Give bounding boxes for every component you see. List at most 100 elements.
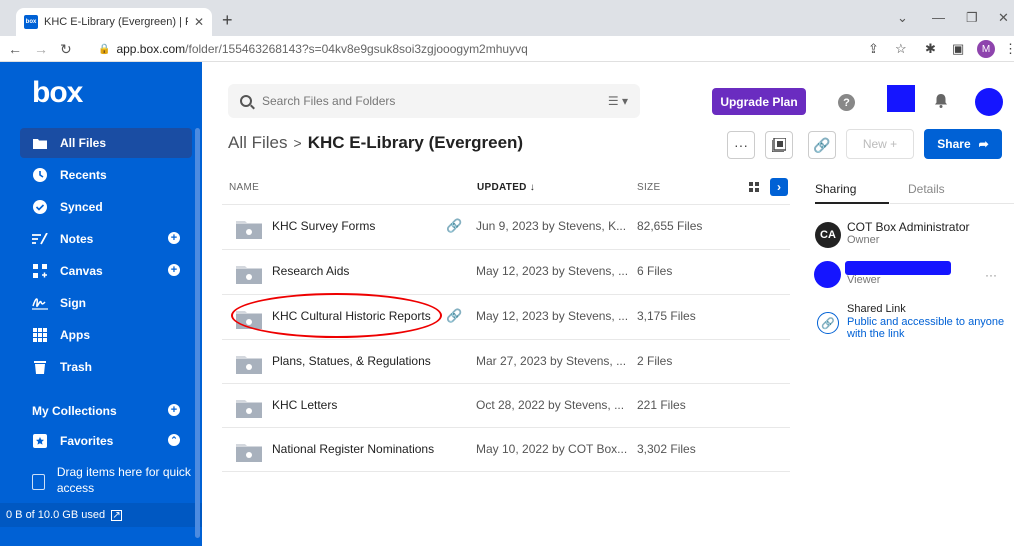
row-updated: Mar 27, 2023 by Stevens, ... [476,354,627,368]
upgrade-plan-button[interactable]: Upgrade Plan [712,88,806,115]
collaborator-more-icon[interactable]: ··· [985,268,997,282]
row-name[interactable]: Plans, Statues, & Regulations [272,354,431,368]
table-row[interactable]: Research Aids May 12, 2023 by Stevens, .… [222,249,790,294]
owner-avatar: CA [815,222,841,248]
box-logo[interactable]: box [32,76,83,110]
external-link-icon: ↗ [111,509,123,521]
sidebar-item-apps[interactable]: Apps [20,320,192,350]
redacted-collaborator-name [845,261,951,275]
collapse-chevron-icon[interactable]: ⌃ [168,434,180,446]
tab-search-icon[interactable]: ⌄ [897,10,908,26]
url-field[interactable]: 🔒 app.box.com/folder/155463268143?s=04kv… [98,39,858,59]
tab-sharing[interactable]: Sharing [815,182,856,196]
shared-link-globe-icon: 🔗 [817,312,839,334]
row-size: 2 Files [637,354,673,368]
notifications-bell-icon[interactable] [934,94,948,108]
row-updated: Jun 9, 2023 by Stevens, K... [476,219,627,233]
column-header-updated[interactable]: UPDATED ↓ [477,182,535,193]
annotation-ellipse [231,293,442,338]
sidebar-item-all-files[interactable]: All Files [20,128,192,158]
tab-details[interactable]: Details [908,182,945,196]
favorites-drop-zone[interactable]: Drag items here for quick access [20,462,192,498]
notes-icon [32,231,48,247]
add-note-icon[interactable]: + [168,232,180,244]
shared-link-icon[interactable]: 🔗 [446,218,462,234]
profile-avatar[interactable]: M [977,40,995,58]
column-header-size[interactable]: SIZE [637,182,660,193]
shared-link-icon[interactable]: 🔗 [446,308,462,324]
folder-icon [236,221,262,239]
sign-icon [32,295,48,311]
extensions-icon[interactable]: ✱ [925,41,936,57]
browser-tab[interactable]: box KHC E-Library (Evergreen) | Power ✕ [16,8,212,36]
menu-dots-icon[interactable]: ⋮ [1004,41,1014,57]
search-placeholder: Search Files and Folders [262,94,396,108]
sidebar: box All Files Recents Synced Notes + Can… [0,62,202,546]
row-name[interactable]: Research Aids [272,264,349,278]
table-row[interactable]: National Register Nominations May 10, 20… [222,427,790,472]
table-row[interactable]: KHC Survey Forms 🔗 Jun 9, 2023 by Steven… [222,204,790,249]
toggle-sidebar-chevron-icon[interactable]: › [770,178,788,196]
sidebar-item-label: My Collections [32,404,117,418]
side-panel-icon[interactable]: ▣ [952,41,964,57]
redacted-user-avatar[interactable] [975,88,1003,116]
storage-usage[interactable]: 0 B of 10.0 GB used ↗ [0,503,202,527]
share-page-icon[interactable]: ⇪ [868,41,879,57]
search-input[interactable]: Search Files and Folders ☰ ▾ [228,84,640,118]
sidebar-item-my-collections[interactable]: My Collections + [20,396,192,426]
favorites-icon [32,433,48,449]
row-name[interactable]: KHC Letters [272,398,337,412]
sidebar-item-label: Recents [60,168,107,182]
grid-view-icon[interactable] [749,182,759,192]
share-arrow-icon: ➦ [978,137,989,151]
sidebar-item-synced[interactable]: Synced [20,192,192,222]
row-size: 82,655 Files [637,219,703,233]
share-button[interactable]: Share ➦ [924,129,1002,159]
sidebar-scrollbar[interactable] [195,128,200,538]
forward-icon[interactable]: → [34,41,48,57]
folder-icon [236,356,262,374]
help-icon[interactable]: ? [838,94,855,111]
restore-icon[interactable]: ❐ [966,10,978,26]
back-icon[interactable]: ← [8,41,22,57]
redacted-collaborator-avatar [814,261,841,288]
more-options-button[interactable]: ··· [727,131,755,159]
close-window-icon[interactable]: ✕ [998,10,1009,26]
sidebar-item-label: Trash [60,360,93,374]
column-header-name[interactable]: NAME [229,182,259,193]
breadcrumb-root[interactable]: All Files [228,133,288,153]
reload-icon[interactable]: ↻ [60,41,72,58]
redacted-app-icon[interactable] [887,85,915,112]
new-button[interactable]: New + [846,129,914,159]
tab-divider [890,203,1014,204]
sidebar-item-favorites[interactable]: Favorites ⌃ [20,426,192,456]
table-row[interactable]: Plans, Statues, & Regulations Mar 27, 20… [222,339,790,384]
sidebar-item-label: Canvas [60,264,103,278]
shared-link-access[interactable]: Public and accessible to anyone with the… [847,316,1012,340]
row-size: 221 Files [637,398,686,412]
row-name[interactable]: KHC Survey Forms [272,219,375,233]
close-tab-icon[interactable]: ✕ [194,15,204,29]
table-row[interactable]: KHC Letters Oct 28, 2022 by Stevens, ...… [222,383,790,428]
tab-title: KHC E-Library (Evergreen) | Power [44,16,188,28]
row-updated: May 10, 2022 by COT Box... [476,442,628,456]
add-collection-icon[interactable]: + [168,404,180,416]
page-title: KHC E-Library (Evergreen) [307,133,524,152]
new-tab-icon[interactable]: + [222,10,233,31]
minimize-icon[interactable]: — [932,10,945,25]
sidebar-item-label: Synced [60,200,103,214]
sidebar-item-sign[interactable]: Sign [20,288,192,318]
row-updated: Oct 28, 2022 by Stevens, ... [476,398,625,412]
sidebar-item-canvas[interactable]: Canvas + [20,256,192,286]
add-canvas-icon[interactable]: + [168,264,180,276]
sidebar-item-notes[interactable]: Notes + [20,224,192,254]
sidebar-item-trash[interactable]: Trash [20,352,192,382]
row-name[interactable]: National Register Nominations [272,442,434,456]
drop-target-icon [32,474,45,490]
copy-link-icon[interactable]: 🔗 [808,131,836,159]
bookmark-star-icon[interactable]: ☆ [895,41,907,57]
sidebar-item-recents[interactable]: Recents [20,160,192,190]
owner-name: COT Box Administrator [847,220,970,234]
collections-icon[interactable] [765,131,793,159]
filter-sliders-icon[interactable]: ☰ ▾ [608,94,628,108]
